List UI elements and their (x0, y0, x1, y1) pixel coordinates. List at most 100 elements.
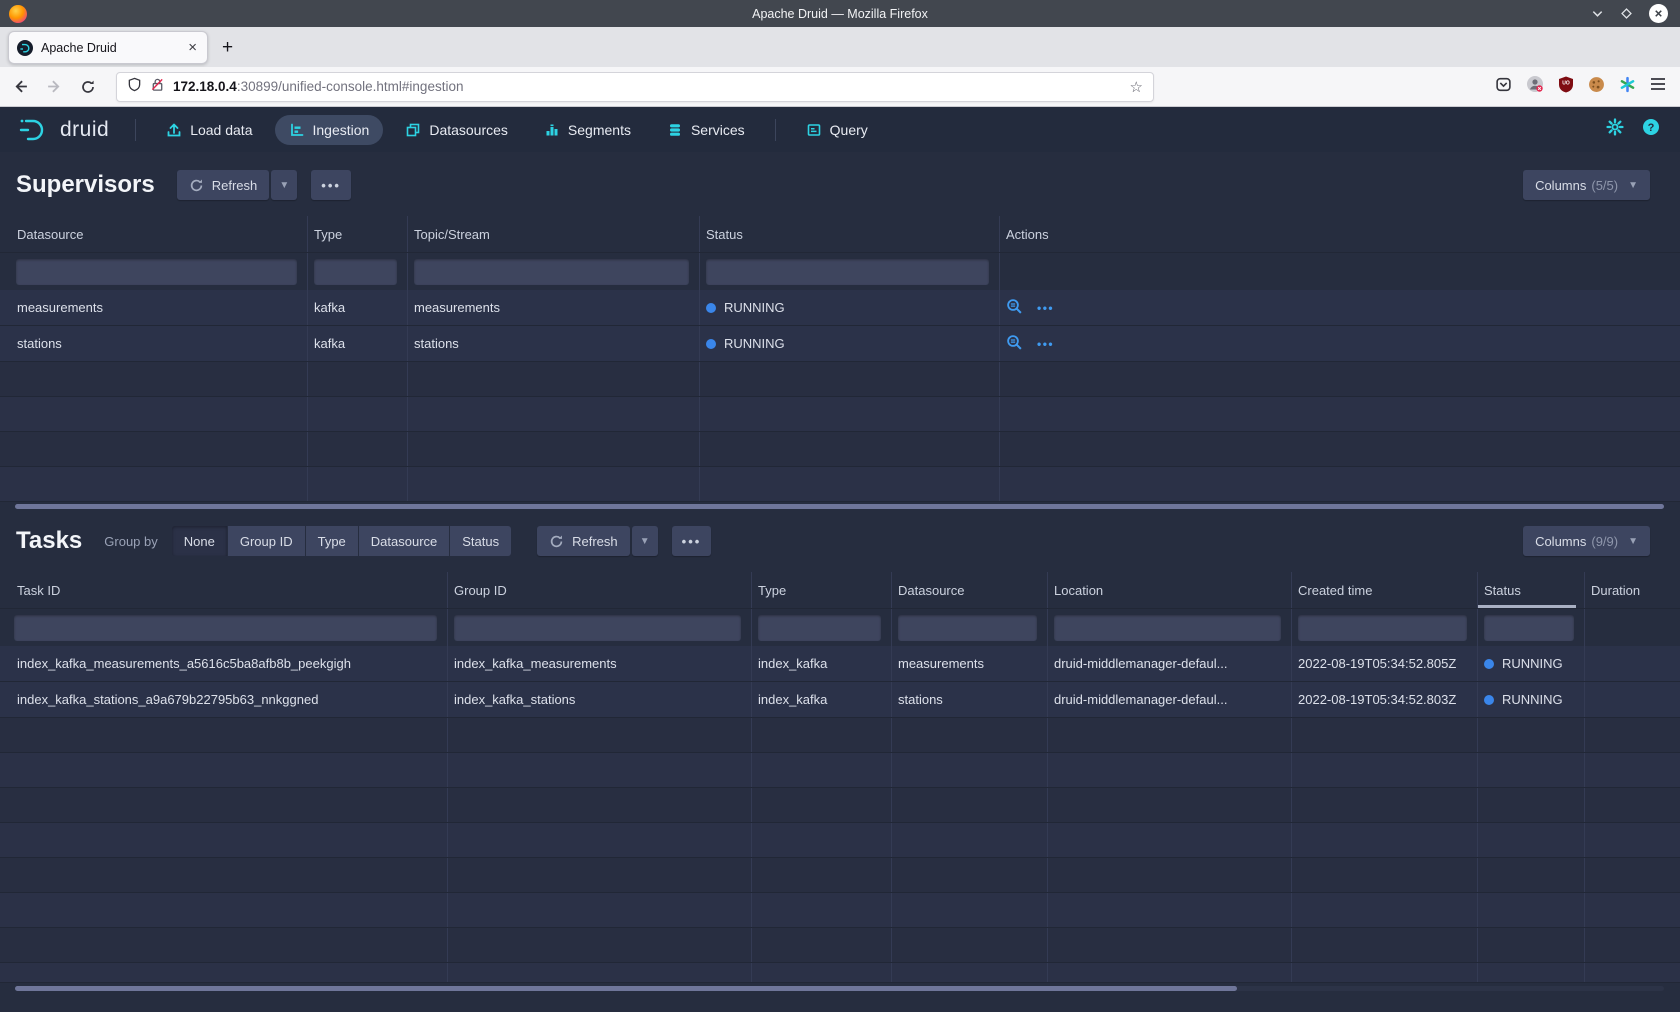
supervisor-row[interactable]: stations kafka stations RUNNING ••• (0, 326, 1680, 362)
group-by-status-button[interactable]: Status (450, 526, 511, 556)
supervisors-refresh-button[interactable]: Refresh (177, 170, 270, 200)
column-header-status[interactable]: Status (700, 216, 1000, 252)
column-header-task-id[interactable]: Task ID (0, 572, 448, 608)
window-shade-icon[interactable] (1591, 7, 1604, 20)
forward-icon[interactable] (40, 73, 68, 101)
supervisor-topic: measurements (414, 300, 500, 315)
chevron-down-icon: ▼ (640, 536, 650, 547)
tracking-shield-icon[interactable] (127, 77, 142, 97)
task-row[interactable]: index_kafka_measurements_a5616c5ba8afb8b… (0, 646, 1680, 682)
group-by-label: Group by (104, 534, 157, 549)
refresh-label: Refresh (572, 534, 618, 549)
window-maximize-icon[interactable] (1620, 7, 1633, 20)
tasks-more-button[interactable]: ••• (672, 526, 712, 556)
view-supervisor-detail-icon[interactable] (1006, 334, 1023, 354)
task-id: index_kafka_stations_a9a679b22795b63_nnk… (17, 692, 318, 707)
column-header-group-id[interactable]: Group ID (448, 572, 752, 608)
column-header-created-time[interactable]: Created time (1292, 572, 1478, 608)
task-type: index_kafka (758, 656, 827, 671)
column-header-duration[interactable]: Duration (1585, 572, 1680, 608)
url-bar[interactable]: 172.18.0.4:30899/unified-console.html#in… (116, 72, 1154, 102)
task-row[interactable]: index_kafka_stations_a9a679b22795b63_nnk… (0, 682, 1680, 718)
supervisor-status-filter-input[interactable] (706, 259, 989, 285)
firefox-window: Apache Druid — Mozilla Firefox Apache Dr… (0, 0, 1680, 1012)
tasks-refresh-dropdown-button[interactable]: ▼ (632, 526, 658, 556)
supervisor-type: kafka (314, 300, 345, 315)
task-datasource-filter-input[interactable] (898, 615, 1037, 641)
column-header-type[interactable]: Type (752, 572, 892, 608)
load-data-icon (166, 122, 182, 138)
task-datasource: measurements (898, 656, 984, 671)
nav-item-segments[interactable]: Segments (530, 115, 645, 145)
tab-title: Apache Druid (41, 41, 186, 55)
task-id-filter-input[interactable] (14, 615, 437, 641)
status-running-dot (1484, 695, 1494, 705)
supervisor-topic-filter-input[interactable] (414, 259, 689, 285)
pocket-icon[interactable] (1495, 76, 1512, 98)
supervisor-row[interactable]: measurements kafka measurements RUNNING … (0, 290, 1680, 326)
task-type-filter-input[interactable] (758, 615, 881, 641)
nav-item-query[interactable]: Query (792, 115, 882, 145)
supervisors-title: Supervisors (16, 171, 155, 199)
status-text: RUNNING (724, 300, 785, 315)
supervisor-more-actions-icon[interactable]: ••• (1037, 301, 1054, 315)
supervisor-more-actions-icon[interactable]: ••• (1037, 337, 1054, 351)
task-created-time-filter-input[interactable] (1298, 615, 1467, 641)
tab-apache-druid[interactable]: Apache Druid × (8, 31, 208, 64)
task-id: index_kafka_measurements_a5616c5ba8afb8b… (17, 656, 351, 671)
task-status-filter-input[interactable] (1484, 615, 1574, 641)
supervisor-type: kafka (314, 336, 345, 351)
supervisors-more-button[interactable]: ••• (311, 170, 351, 200)
menu-hamburger-icon[interactable] (1650, 77, 1666, 96)
supervisor-type-filter-input[interactable] (314, 259, 397, 285)
group-by-type-button[interactable]: Type (306, 526, 358, 556)
column-header-location[interactable]: Location (1048, 572, 1292, 608)
tasks-refresh-button[interactable]: Refresh (537, 526, 630, 556)
supervisors-columns-button[interactable]: Columns (5/5) ▼ (1523, 170, 1650, 200)
insecure-lock-icon[interactable] (150, 77, 165, 97)
druid-logo[interactable]: druid (0, 117, 123, 143)
column-header-type[interactable]: Type (308, 216, 408, 252)
status-running-dot (706, 339, 716, 349)
tasks-horizontal-scrollbar[interactable] (0, 985, 1680, 992)
supervisors-horizontal-scrollbar[interactable] (0, 503, 1680, 510)
cookie-icon[interactable] (1588, 76, 1605, 98)
nav-item-services[interactable]: Services (653, 115, 759, 145)
tab-close-icon[interactable]: × (186, 39, 199, 56)
ublock-icon[interactable]: UO (1558, 76, 1574, 98)
supervisors-table: Datasource Type Topic/Stream Status Acti… (0, 216, 1680, 502)
tasks-title: Tasks (16, 527, 82, 555)
bookmark-star-icon[interactable]: ☆ (1130, 78, 1143, 96)
column-header-status-sorted[interactable]: Status (1478, 572, 1585, 608)
view-supervisor-detail-icon[interactable] (1006, 298, 1023, 318)
task-created-time: 2022-08-19T05:34:52.803Z (1298, 692, 1456, 707)
supervisors-refresh-dropdown-button[interactable]: ▼ (271, 170, 297, 200)
nav-item-load-data[interactable]: Load data (152, 115, 266, 145)
group-by-datasource-button[interactable]: Datasource (359, 526, 449, 556)
settings-gear-icon[interactable] (1606, 118, 1624, 141)
reload-icon[interactable] (74, 73, 102, 101)
column-header-datasource[interactable]: Datasource (892, 572, 1048, 608)
supervisor-datasource-filter-input[interactable] (16, 259, 297, 285)
nav-item-datasources[interactable]: Datasources (391, 115, 522, 145)
tasks-columns-button[interactable]: Columns (9/9) ▼ (1523, 526, 1650, 556)
task-location-filter-input[interactable] (1054, 615, 1281, 641)
window-titlebar: Apache Druid — Mozilla Firefox (0, 0, 1680, 27)
nav-item-label: Ingestion (313, 122, 370, 138)
help-icon[interactable]: ? (1642, 118, 1660, 141)
column-header-topic[interactable]: Topic/Stream (408, 216, 700, 252)
druid-navbar: druid Load data Ingestion Datasources Se… (0, 107, 1680, 152)
chevron-down-icon: ▼ (1628, 180, 1638, 191)
task-group-id-filter-input[interactable] (454, 615, 741, 641)
new-tab-button[interactable]: + (222, 37, 233, 59)
window-close-icon[interactable] (1649, 4, 1668, 23)
extension-asterisk-icon[interactable] (1619, 76, 1636, 98)
account-icon[interactable] (1526, 75, 1544, 98)
svg-text:UO: UO (1562, 80, 1570, 86)
columns-label: Columns (1535, 178, 1586, 193)
column-header-datasource[interactable]: Datasource (0, 216, 308, 252)
group-by-group-id-button[interactable]: Group ID (228, 526, 305, 556)
nav-item-ingestion[interactable]: Ingestion (275, 115, 384, 145)
back-icon[interactable] (6, 73, 34, 101)
group-by-none-button[interactable]: None (172, 526, 227, 556)
